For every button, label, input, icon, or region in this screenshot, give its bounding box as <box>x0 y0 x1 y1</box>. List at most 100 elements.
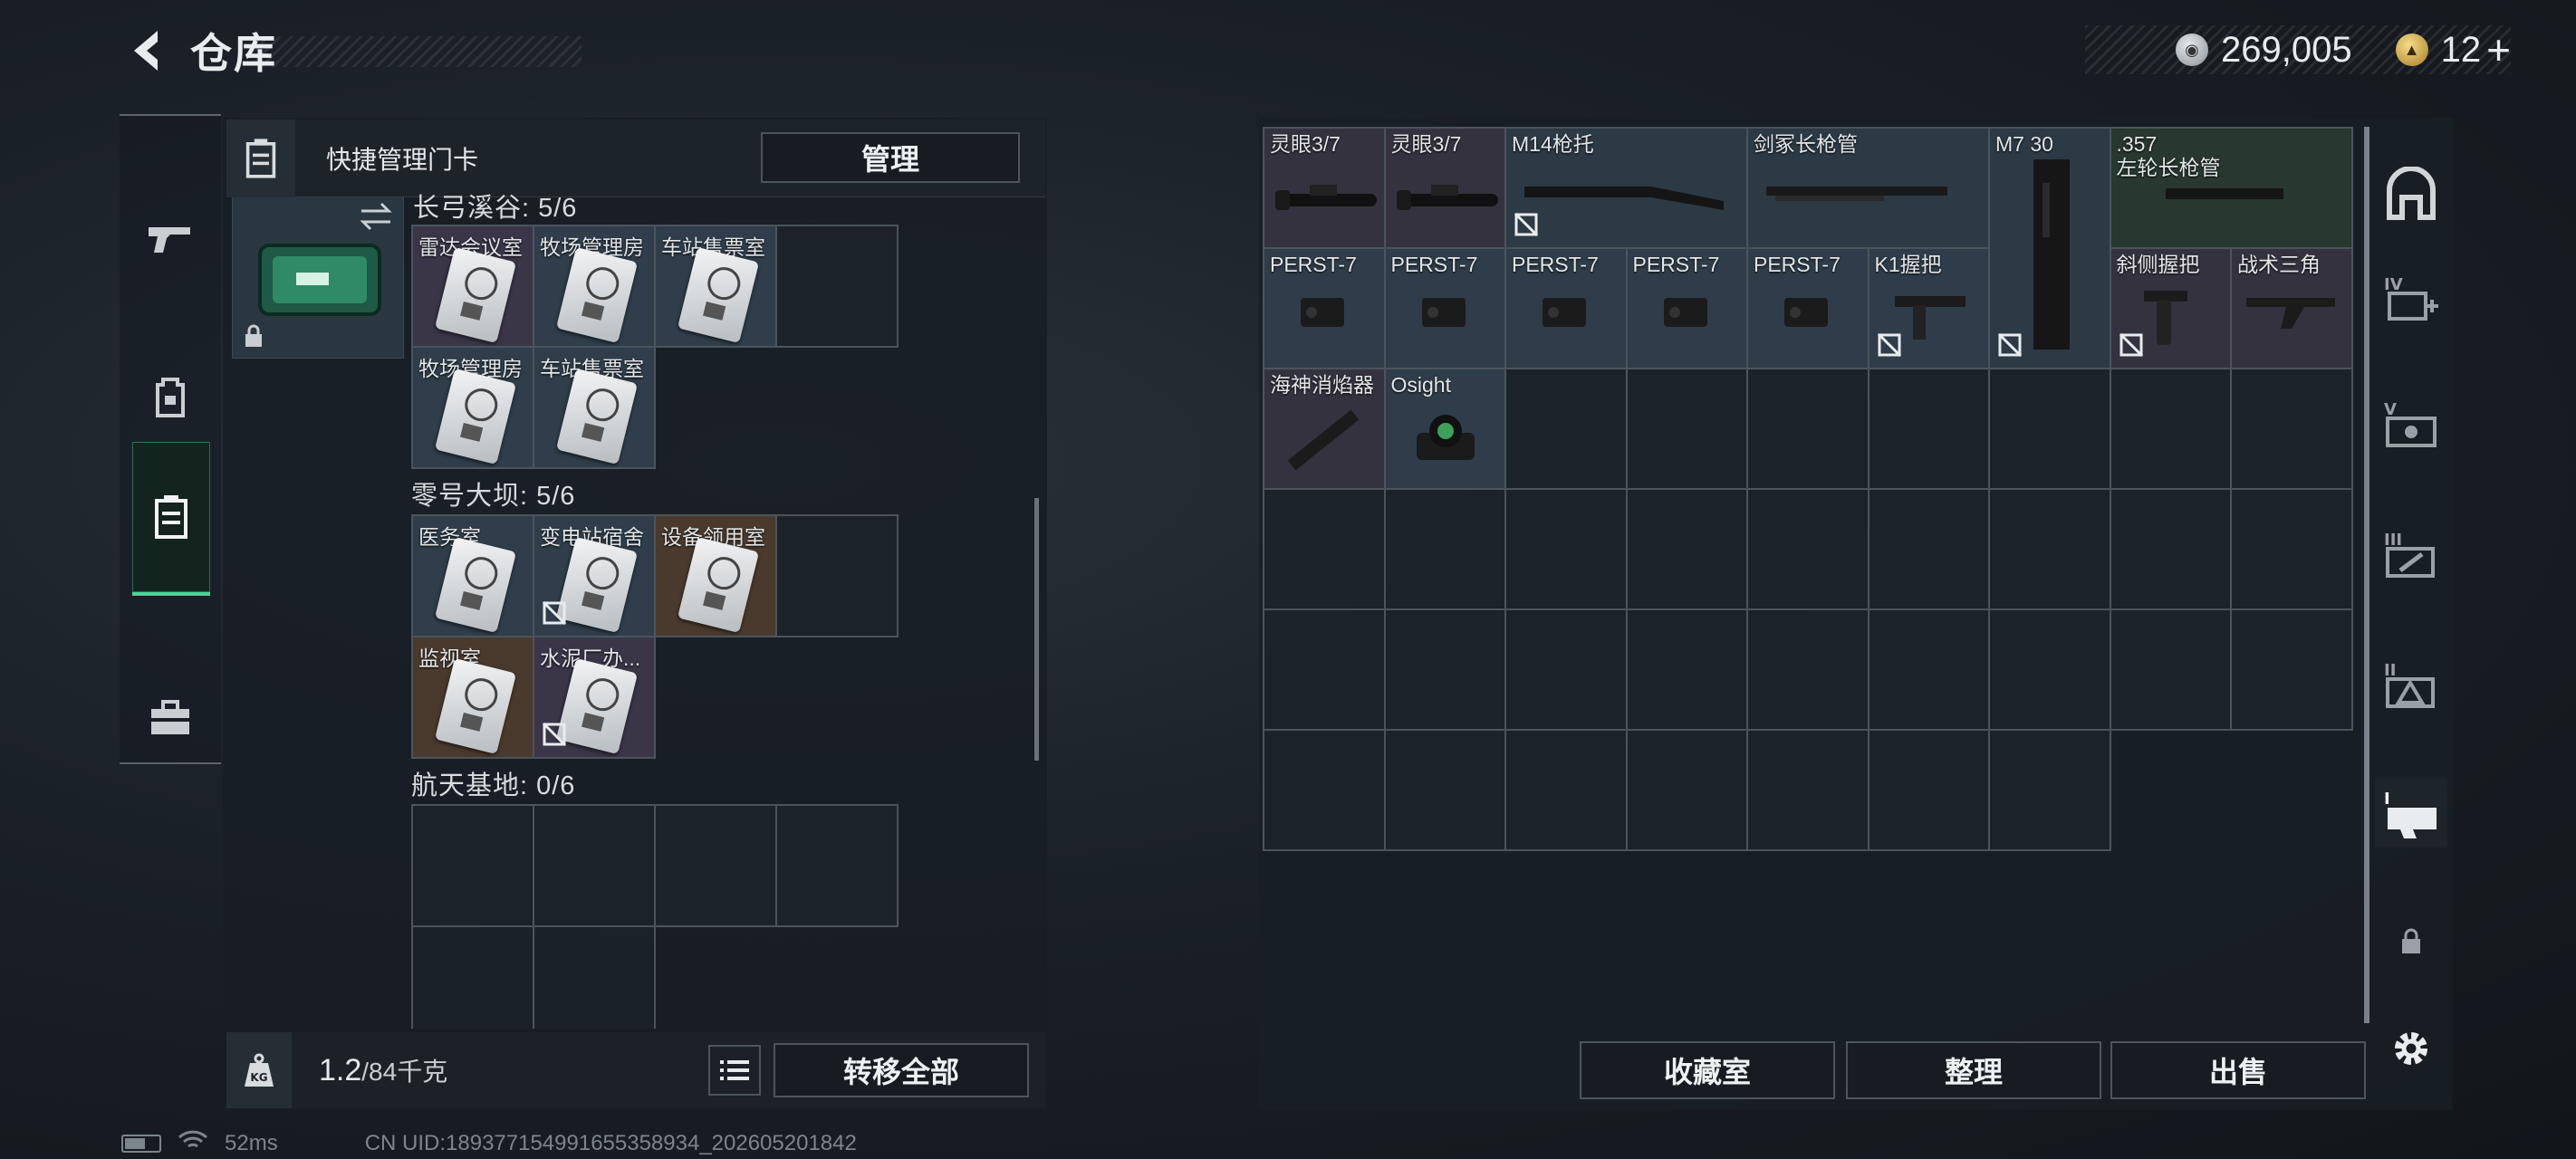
manage-button[interactable]: 管理 <box>761 132 1020 183</box>
keycard-image <box>677 536 760 634</box>
empty-slot[interactable] <box>2110 610 2232 731</box>
tab-weapons[interactable] <box>120 161 221 315</box>
keycard-slot[interactable]: 雷达会议室 <box>413 226 534 348</box>
empty-slot[interactable] <box>1748 610 1870 731</box>
keycard-slot[interactable]: 变电站宿舍 <box>534 516 656 637</box>
keycard-holder-preview[interactable] <box>232 196 404 359</box>
keycard-slot[interactable]: 设备领用室 <box>656 516 777 637</box>
storage-tab-1[interactable]: I <box>2375 779 2447 848</box>
storage-tab-3[interactable]: III <box>2375 520 2447 589</box>
empty-slot[interactable] <box>777 516 899 637</box>
empty-slot[interactable] <box>1264 731 1386 851</box>
list-view-button[interactable] <box>708 1045 761 1096</box>
keycard-slot[interactable]: 车站售票室 <box>656 226 777 348</box>
empty-slot[interactable] <box>2232 490 2353 610</box>
empty-slot[interactable] <box>2110 369 2232 490</box>
settings-button[interactable] <box>2375 1014 2447 1083</box>
no-trade-icon <box>542 722 567 752</box>
empty-slot[interactable] <box>1385 490 1506 610</box>
transfer-all-button[interactable]: 转移全部 <box>774 1043 1029 1097</box>
storage-scrollbar[interactable] <box>2364 127 2369 1023</box>
storage-tab-main[interactable] <box>2375 159 2447 228</box>
empty-slot[interactable] <box>1385 731 1506 851</box>
keycard-scrollbar[interactable] <box>1034 498 1039 761</box>
empty-slot[interactable] <box>2110 490 2232 610</box>
empty-slot[interactable] <box>1627 731 1748 851</box>
storage-item[interactable]: PERST-7 <box>1264 249 1386 369</box>
storage-item[interactable]: PERST-7 <box>1627 249 1748 369</box>
storage-item[interactable]: .357 左轮长枪管 <box>2110 129 2353 249</box>
empty-slot[interactable] <box>1748 490 1870 610</box>
storage-item[interactable]: 海神消焰器 <box>1264 369 1386 490</box>
keycard-case-icon <box>226 119 295 197</box>
empty-slot[interactable] <box>1506 490 1628 610</box>
tab-toolbox[interactable] <box>120 641 221 795</box>
storage-tab-locked[interactable] <box>2375 907 2447 976</box>
empty-slot[interactable] <box>1748 369 1870 490</box>
empty-slot[interactable] <box>413 806 534 927</box>
empty-slot[interactable] <box>534 806 656 927</box>
quick-manage-title: 快捷管理门卡 <box>326 145 479 174</box>
storage-item[interactable]: PERST-7 <box>1748 249 1870 369</box>
storage-item[interactable]: 斜侧握把 <box>2110 249 2232 369</box>
empty-slot[interactable] <box>1869 369 1990 490</box>
sort-button[interactable]: 整理 <box>1846 1041 2101 1099</box>
storage-item[interactable]: M14枪托 <box>1506 129 1748 249</box>
storage-item[interactable]: 灵眼3/7 <box>1385 129 1506 249</box>
empty-slot[interactable] <box>1264 490 1386 610</box>
silver-coin-icon: ◉ <box>2176 34 2209 66</box>
storage-item[interactable]: PERST-7 <box>1385 249 1506 369</box>
empty-slot[interactable] <box>1990 369 2111 490</box>
back-arrow-icon[interactable] <box>127 27 167 74</box>
empty-slot[interactable] <box>1506 369 1628 490</box>
svg-text:III: III <box>2384 531 2402 550</box>
empty-slot[interactable] <box>1869 731 1990 851</box>
empty-slot[interactable] <box>1869 490 1990 610</box>
keycard-slot[interactable]: 水泥厂办... <box>534 637 656 759</box>
empty-slot[interactable] <box>777 806 899 927</box>
empty-slot[interactable] <box>656 806 777 927</box>
storage-item[interactable]: M7 30 <box>1990 129 2111 369</box>
tab-keycards[interactable] <box>132 442 210 596</box>
empty-slot[interactable] <box>1990 731 2111 851</box>
empty-slot[interactable] <box>1627 610 1748 731</box>
collection-room-button[interactable]: 收藏室 <box>1580 1041 1835 1099</box>
empty-slot[interactable] <box>777 226 899 348</box>
no-trade-icon <box>1514 212 1539 242</box>
add-currency-button[interactable]: + <box>2486 25 2511 74</box>
laser-module-image <box>1421 298 1466 327</box>
keycard-slot[interactable]: 车站售票室 <box>534 348 656 469</box>
empty-slot[interactable] <box>1385 610 1506 731</box>
empty-slot[interactable] <box>413 927 534 1029</box>
storage-tab-4[interactable]: IV <box>2375 263 2447 331</box>
storage-item[interactable]: 剑冢长枪管 <box>1748 129 1990 249</box>
storage-item[interactable]: PERST-7 <box>1506 249 1628 369</box>
storage-item[interactable]: 战术三角 <box>2232 249 2353 369</box>
empty-slot[interactable] <box>1627 490 1748 610</box>
stock-image <box>1524 187 1724 210</box>
storage-item[interactable]: K1握把 <box>1869 249 1990 369</box>
empty-slot[interactable] <box>1506 610 1628 731</box>
storage-item[interactable]: 灵眼3/7 <box>1264 129 1386 249</box>
empty-slot[interactable] <box>2232 369 2353 490</box>
storage-tab-2[interactable]: II <box>2375 650 2447 719</box>
empty-slot[interactable] <box>1869 610 1990 731</box>
keycard-slot[interactable]: 牧场管理房 <box>413 348 534 469</box>
empty-slot[interactable] <box>1506 731 1628 851</box>
empty-slot[interactable] <box>1748 731 1870 851</box>
weight-kg-icon: KG <box>226 1032 292 1108</box>
empty-slot[interactable] <box>1264 610 1386 731</box>
empty-slot[interactable] <box>1990 610 2111 731</box>
keycard-slot[interactable]: 牧场管理房 <box>534 226 656 348</box>
empty-slot[interactable] <box>534 927 656 1029</box>
swap-icon[interactable] <box>358 200 394 237</box>
keycard-slot[interactable]: 监视室 <box>413 637 534 759</box>
storage-tools-icon: III <box>2384 531 2435 578</box>
empty-slot[interactable] <box>2232 610 2353 731</box>
keycard-slot[interactable]: 医务室 <box>413 516 534 637</box>
storage-tab-5[interactable]: V <box>2375 389 2447 458</box>
empty-slot[interactable] <box>1627 369 1748 490</box>
storage-item[interactable]: Osight <box>1385 369 1506 490</box>
empty-slot[interactable] <box>1990 490 2111 610</box>
sell-button[interactable]: 出售 <box>2110 1041 2366 1099</box>
